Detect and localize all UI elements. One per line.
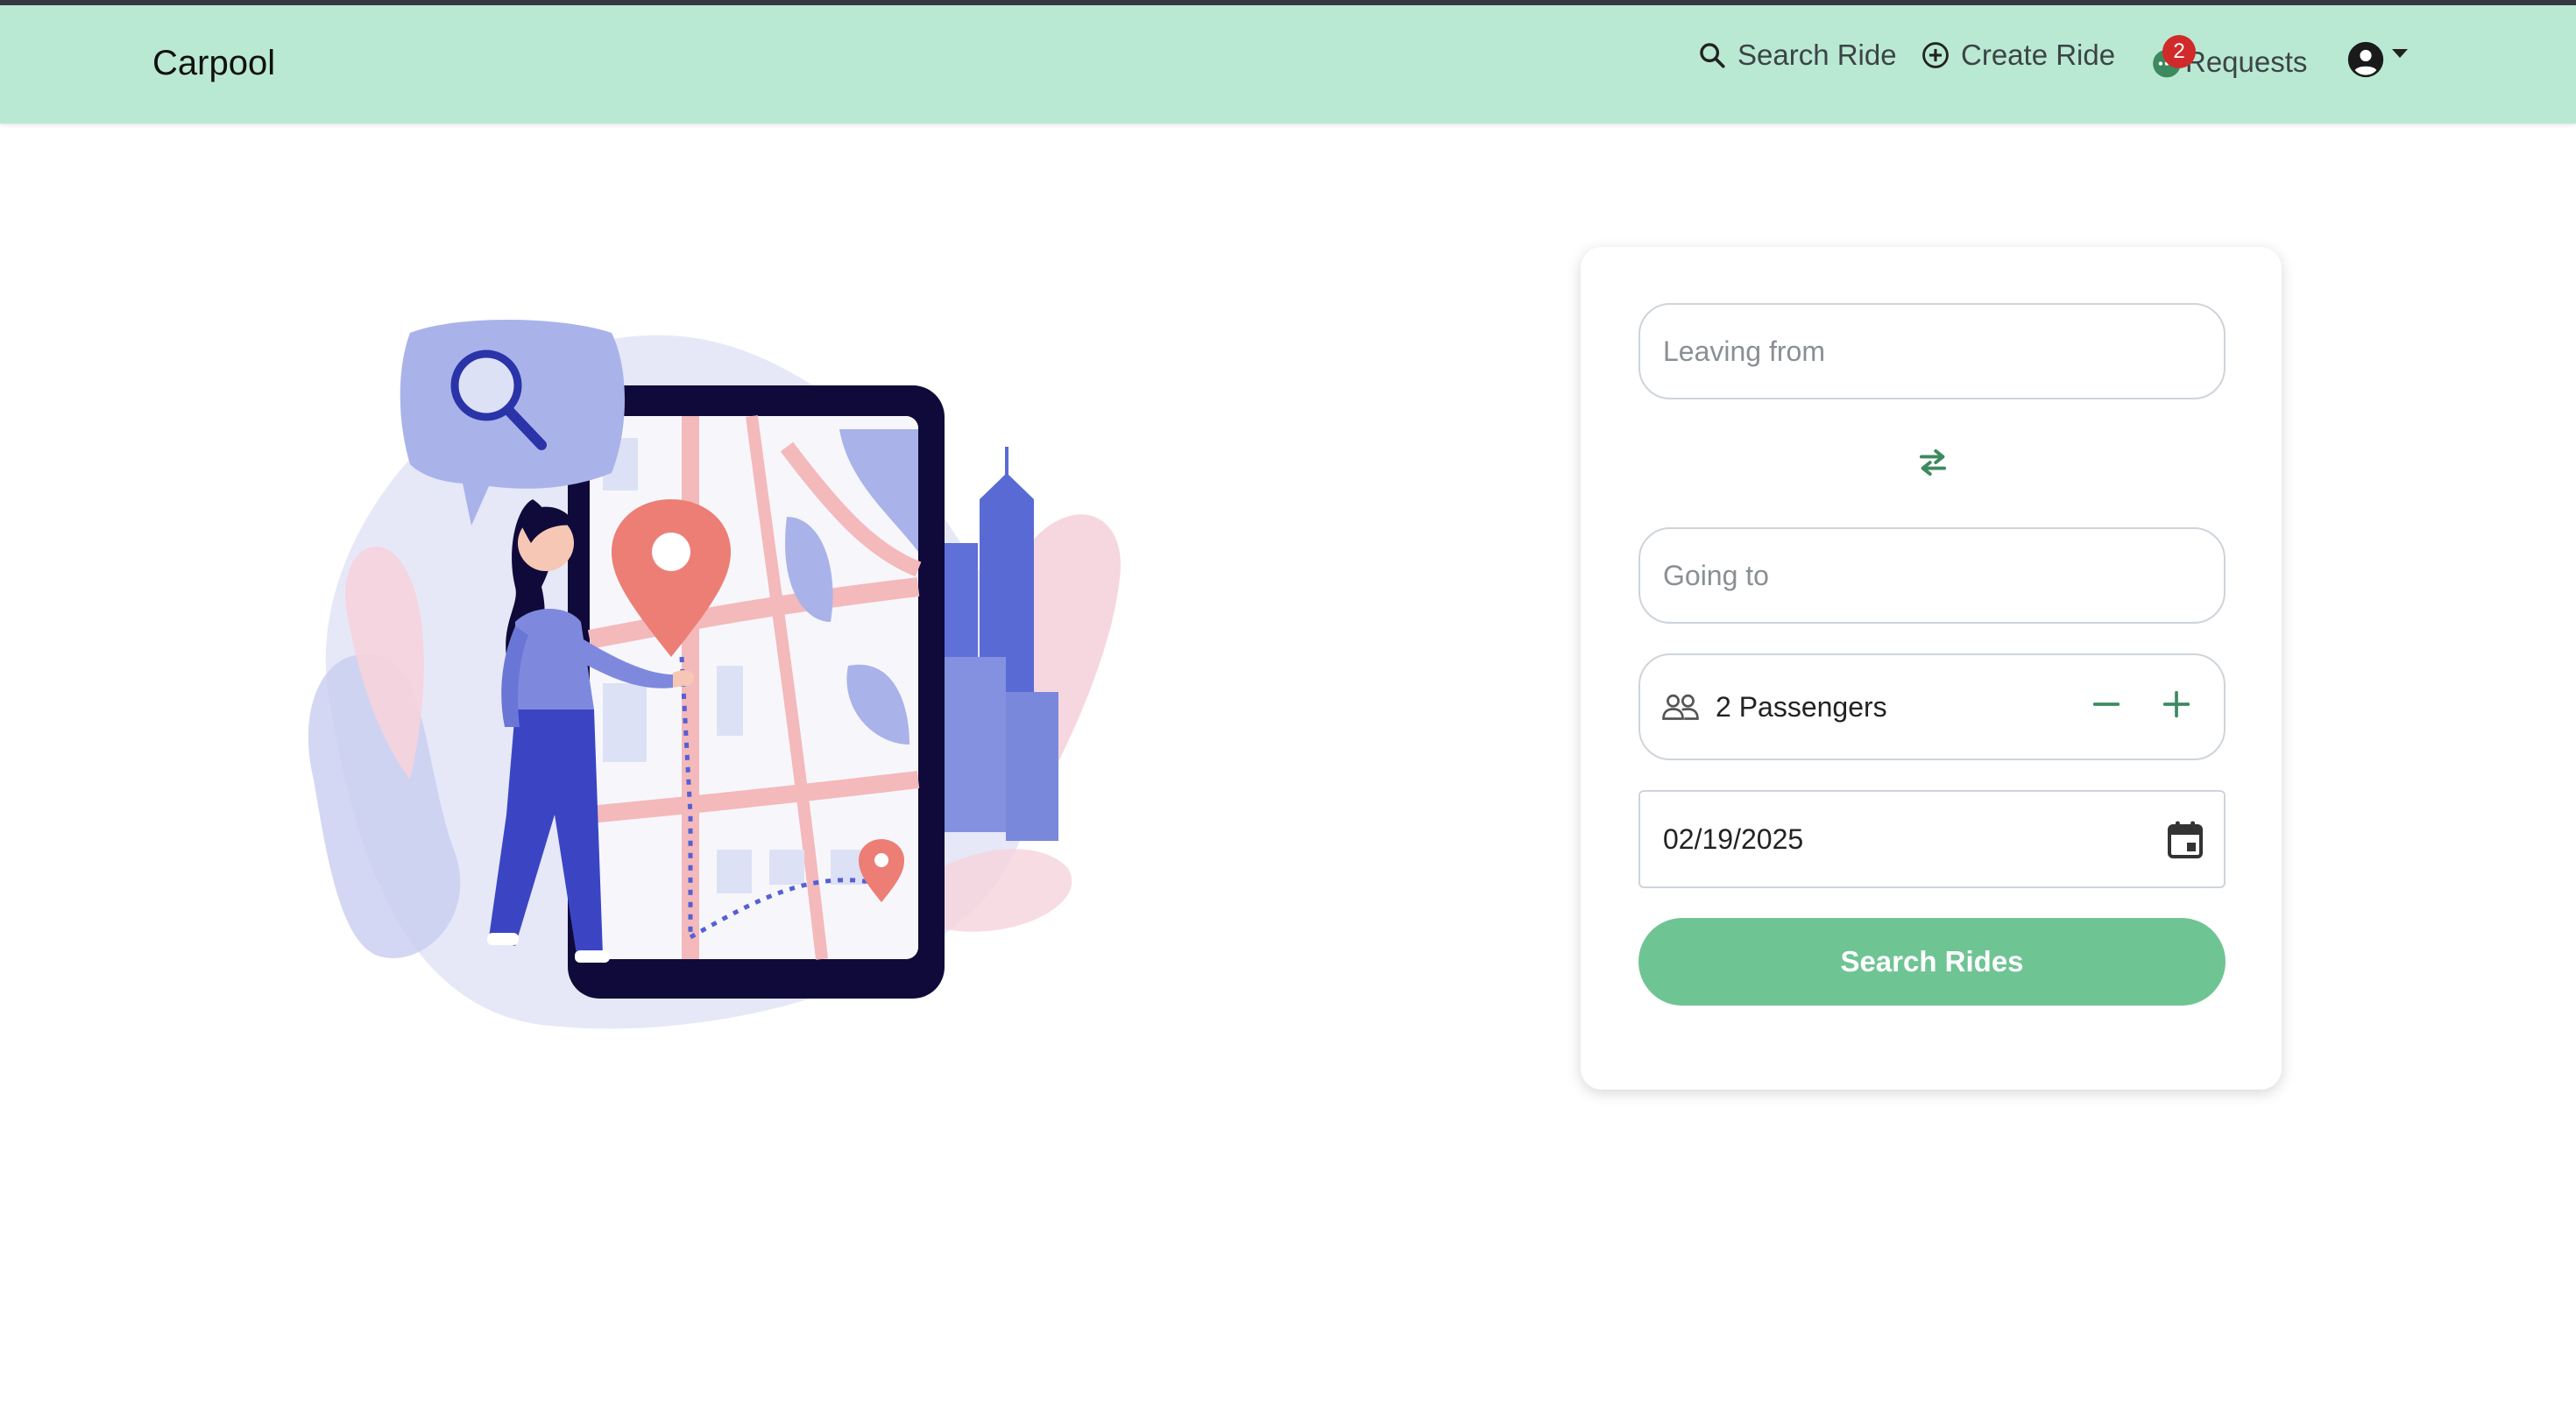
- nav-create-ride-label: Create Ride: [1961, 39, 2116, 71]
- going-to-input[interactable]: [1638, 527, 2226, 624]
- swap-arrows-icon: [1919, 448, 1947, 477]
- date-input[interactable]: 02/19/2025: [1638, 790, 2226, 888]
- date-value: 02/19/2025: [1663, 822, 1804, 855]
- requests-icon-wrap: 2: [2150, 35, 2196, 79]
- brand-logo[interactable]: Carpool: [152, 44, 275, 83]
- nav-create-ride[interactable]: Create Ride: [1921, 39, 2115, 72]
- search-ride-form: 2 Passengers 02/19/2025 Search Rides: [1581, 247, 2282, 1090]
- increase-passengers-button[interactable]: [2159, 687, 2194, 726]
- chevron-down-icon: [2392, 49, 2408, 58]
- nav-search-ride-label: Search Ride: [1737, 39, 1897, 71]
- nav-requests[interactable]: 2 Requests: [2150, 35, 2308, 79]
- search-icon: [1700, 43, 1725, 68]
- nav-search-ride[interactable]: Search Ride: [1697, 39, 1897, 72]
- requests-badge: 2: [2162, 35, 2196, 68]
- user-menu-toggle[interactable]: [2346, 40, 2408, 79]
- minus-icon: [2092, 702, 2120, 706]
- map-search-illustration: [308, 320, 1121, 1029]
- leaving-from-input[interactable]: [1638, 303, 2226, 399]
- plus-icon: [2162, 690, 2190, 718]
- decrease-passengers-button[interactable]: [2089, 687, 2124, 726]
- navbar: Carpool Search Ride Create Ride 2 Reques…: [0, 5, 2576, 124]
- hero-illustration: [279, 289, 1225, 1042]
- passengers-field: 2 Passengers: [1638, 653, 2226, 760]
- nav-requests-label: Requests: [2185, 46, 2308, 78]
- plus-circle-icon: [1922, 42, 1949, 68]
- user-avatar-icon: [2347, 41, 2384, 78]
- calendar-icon[interactable]: [2166, 820, 2204, 860]
- swap-locations-button[interactable]: [1915, 447, 1950, 483]
- search-rides-button[interactable]: Search Rides: [1638, 918, 2226, 1006]
- people-icon: [1662, 694, 1699, 720]
- passengers-count: 2 Passengers: [1716, 690, 1887, 723]
